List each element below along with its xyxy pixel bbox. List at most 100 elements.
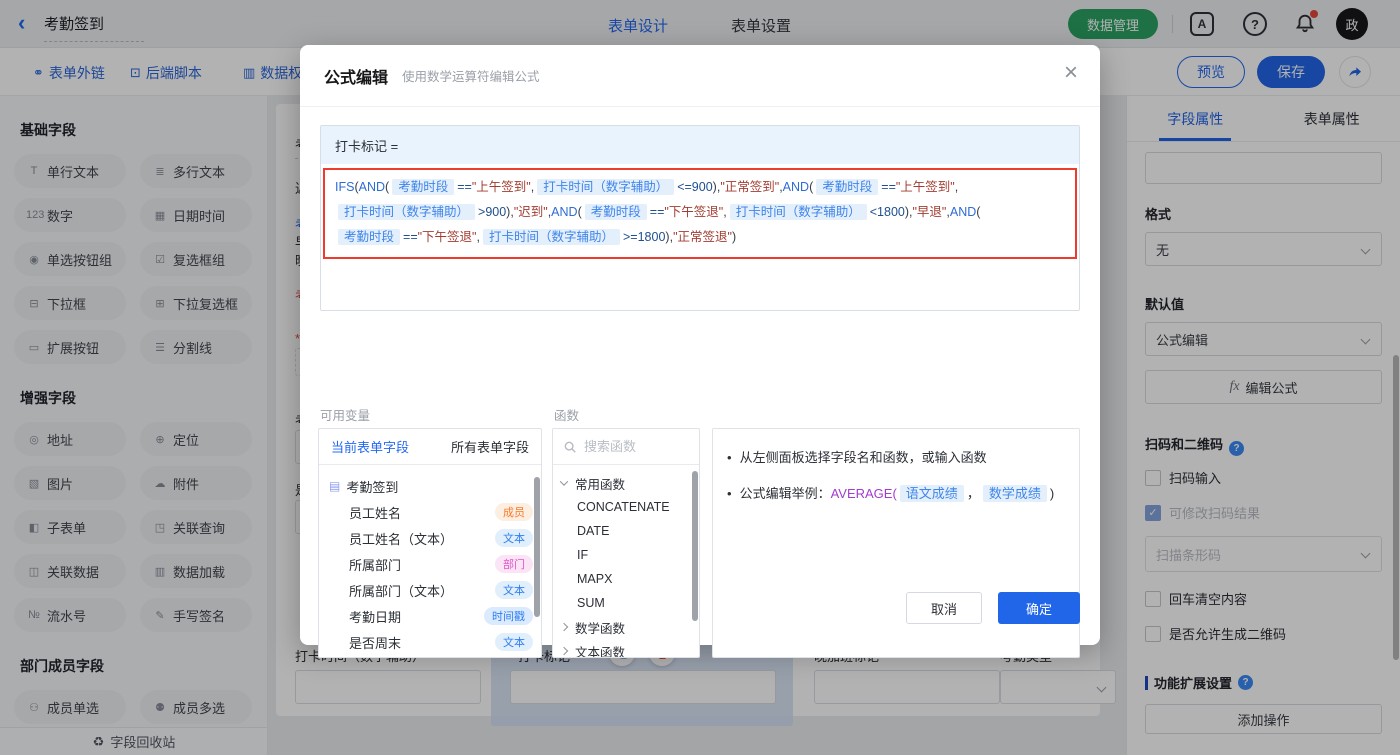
variable-row[interactable]: 所属部门（文本） 文本 — [319, 577, 541, 603]
formula-punctuation: ( — [809, 180, 814, 194]
variables-scrollbar[interactable] — [534, 477, 540, 617]
formula-field-chip: 语文成绩 — [899, 485, 964, 502]
function-item[interactable]: CONCATENATE — [553, 495, 699, 519]
formula-edit-modal: 公式编辑 使用数学运算符编辑公式 × 打卡标记 = IFS(AND(考勤时段 ==… — [300, 45, 1100, 658]
formula-field-chip: 打卡时间（数字辅助） — [537, 179, 675, 195]
field-type-badge: 文本 — [495, 529, 533, 547]
confirm-button[interactable]: 确定 — [998, 592, 1080, 624]
tree-chevron-icon — [559, 477, 569, 486]
tab-current-form-fields[interactable]: 当前表单字段 — [331, 437, 409, 456]
variables-caption: 可用变量 — [320, 409, 371, 423]
cancel-button[interactable]: 取消 — [906, 592, 982, 624]
tree-chevron-icon — [559, 622, 569, 632]
formula-punctuation: , — [723, 205, 727, 219]
tree-chevron-icon — [559, 646, 569, 656]
help-text: 公式编辑举例： — [739, 486, 831, 501]
formula-operator: >=1800 — [623, 230, 666, 244]
formula-code-annotated[interactable]: IFS(AND(考勤时段 =="上午签到", 打卡时间（数字辅助） <=900),"正… — [323, 168, 1077, 259]
variable-root-row[interactable]: ▤ 考勤签到 — [319, 473, 541, 499]
formula-string: "上午签到" — [895, 180, 955, 194]
function-item[interactable]: MAPX — [553, 567, 699, 591]
help-text: ) — [1049, 486, 1055, 501]
function-search-input[interactable] — [584, 439, 684, 454]
formula-string: "早退" — [912, 205, 947, 219]
formula-operator: == — [649, 205, 665, 219]
formula-string: "正常签退" — [673, 230, 732, 244]
formula-operator: == — [403, 230, 418, 244]
variables-panel: 当前表单字段 所有表单字段 ▤ 考勤签到员工姓名 成员 员工姓名（文本） 文本所属部门 部… — [318, 428, 542, 658]
close-icon[interactable]: × — [1064, 61, 1078, 85]
formula-punctuation: , — [476, 230, 480, 244]
formula-line: 打卡时间（数字辅助） >900),"迟到",AND(考勤时段 =="下午签退", 打卡… — [335, 200, 1065, 225]
function-group-label: 常用函数 — [575, 477, 626, 492]
modal-footer: 取消 确定 — [906, 592, 1080, 624]
variable-row[interactable]: 考勤日期 时间戳 — [319, 603, 541, 629]
help-bullet-1: • 从左侧面板选择字段名和函数，或输入函数 — [727, 450, 987, 465]
search-icon — [564, 441, 576, 453]
variable-root-name: 考勤签到 — [346, 479, 399, 495]
variable-name: 是否周末 — [349, 635, 402, 651]
field-type-badge: 成员 — [495, 503, 533, 521]
formula-operator: <=900 — [677, 180, 713, 194]
formula-punctuation: ), — [904, 205, 913, 219]
variable-row[interactable]: 员工姓名 成员 — [319, 499, 541, 525]
function-item[interactable]: SUM — [553, 591, 699, 615]
formula-field-chip: 数学成绩 — [982, 485, 1047, 502]
variables-tabs: 当前表单字段 所有表单字段 — [319, 429, 541, 465]
modal-body: 打卡标记 = IFS(AND(考勤时段 =="上午签到", 打卡时间（数字辅助） <=… — [300, 125, 1100, 658]
formula-string: "下午签退" — [417, 230, 477, 244]
formula-field-chip: 考勤时段 — [338, 229, 401, 245]
formula-punctuation: ) — [731, 230, 737, 244]
formula-target: 打卡标记 = — [321, 126, 1079, 164]
functions-panel: 常用函数 CONCATENATEDATEIFMAPXSUM 数学函数文本函数 — [552, 428, 700, 658]
form-doc-icon: ▤ — [329, 479, 341, 493]
variable-name: 所属部门（文本） — [349, 583, 454, 599]
function-group[interactable]: 常用函数 — [553, 471, 699, 495]
modal-header: 公式编辑 使用数学运算符编辑公式 × — [300, 45, 1100, 107]
functions-scrollbar[interactable] — [692, 471, 698, 621]
modal-subtitle: 使用数学运算符编辑公式 — [402, 70, 540, 84]
variable-row[interactable]: 员工姓名（文本） 文本 — [319, 525, 541, 551]
formula-field-chip: 打卡时间（数字辅助） — [338, 204, 476, 220]
formula-function: AND — [358, 180, 386, 194]
formula-string: "上午签到" — [471, 180, 531, 194]
help-bullet-2: • 公式编辑举例：AVERAGE(语文成绩，数学成绩) — [727, 485, 1055, 502]
field-type-badge: 时间戳 — [484, 607, 533, 625]
formula-punctuation: , — [954, 180, 959, 194]
tab-all-form-fields[interactable]: 所有表单字段 — [451, 437, 529, 456]
function-item[interactable]: IF — [553, 543, 699, 567]
function-item[interactable]: DATE — [553, 519, 699, 543]
formula-string: "正常签到" — [720, 180, 780, 194]
formula-punctuation: , — [530, 180, 535, 194]
formula-punctuation: ( — [976, 205, 981, 219]
formula-operator: == — [457, 180, 472, 194]
variable-name: 所属部门 — [349, 557, 402, 573]
formula-punctuation: ( — [385, 180, 390, 194]
formula-line: 考勤时段 =="下午签退", 打卡时间（数字辅助） >=1800),"正常签退") — [335, 225, 1065, 250]
formula-field-chip: 考勤时段 — [816, 179, 879, 195]
field-type-badge: 部门 — [495, 555, 533, 573]
formula-operator: == — [881, 180, 896, 194]
formula-string: "下午签退" — [664, 205, 724, 219]
functions-caption: 函数 — [554, 409, 580, 423]
formula-field-chip: 打卡时间（数字辅助） — [482, 229, 620, 245]
modal-title: 公式编辑 — [324, 69, 389, 87]
form-designer-app: ‹ 考勤签到 表单设计 表单设置 数据管理 A ? 政 ⚭ 表单外链 ⊡ 后端脚本 ▥ 数… — [0, 0, 1400, 755]
function-group[interactable]: 数学函数 — [553, 615, 699, 639]
formula-function: AND — [782, 180, 810, 194]
variable-row[interactable]: 所属部门 部门 — [319, 551, 541, 577]
formula-function: AND — [551, 205, 578, 219]
formula-punctuation: ), — [506, 205, 514, 219]
function-search — [553, 429, 699, 465]
variable-row[interactable]: 是否周末 文本 — [319, 629, 541, 655]
formula-function: AVERAGE( — [830, 486, 897, 501]
formula-line: IFS(AND(考勤时段 =="上午签到", 打卡时间（数字辅助） <=900),"正… — [335, 175, 1065, 200]
formula-editor[interactable]: 打卡标记 = IFS(AND(考勤时段 =="上午签到", 打卡时间（数字辅助） <=… — [320, 125, 1080, 311]
variable-name: 考勤日期 — [349, 609, 402, 625]
formula-function: IFS — [335, 180, 355, 194]
formula-field-chip: 考勤时段 — [584, 204, 647, 220]
help-text: ， — [966, 486, 980, 501]
function-group[interactable]: 文本函数 — [553, 639, 699, 657]
formula-field-chip: 考勤时段 — [392, 179, 455, 195]
formula-function: AND — [949, 205, 977, 219]
